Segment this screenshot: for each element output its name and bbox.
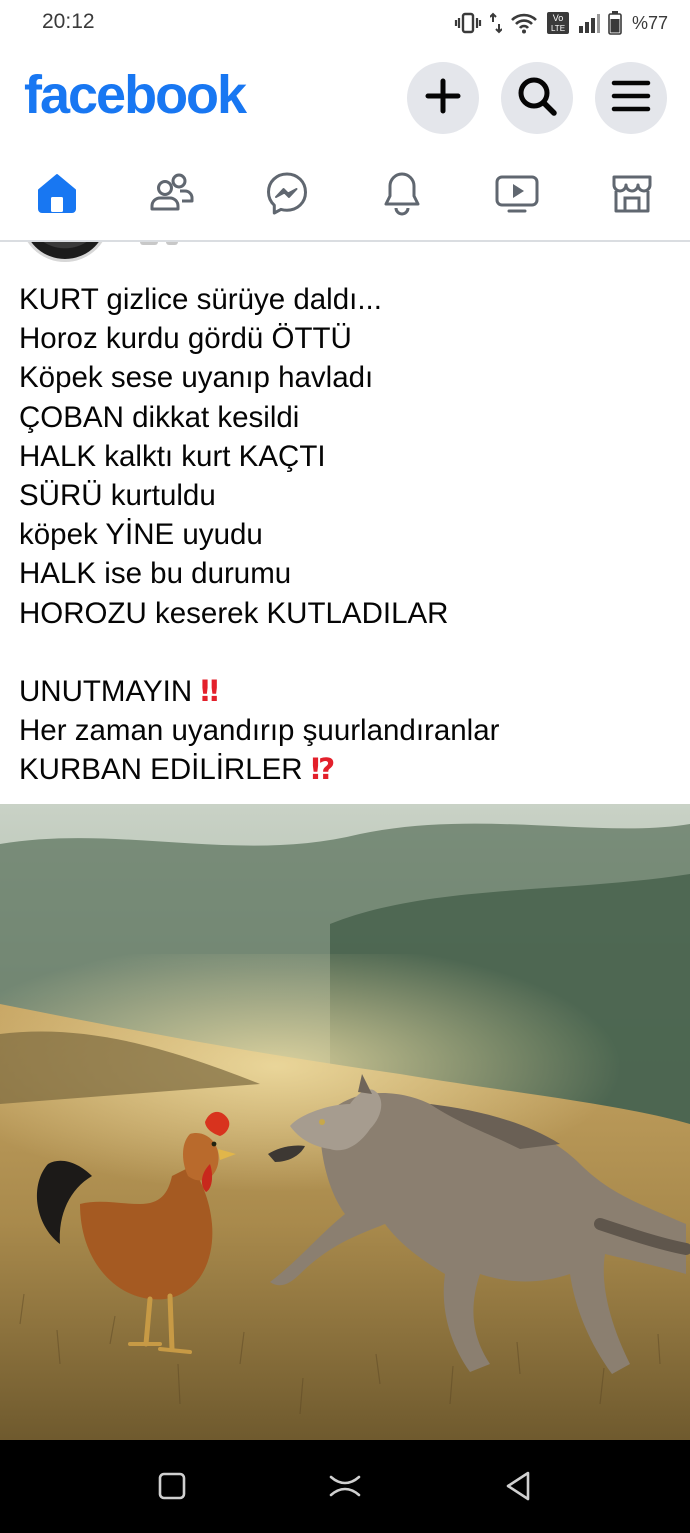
battery-icon	[608, 11, 622, 35]
home-icon	[35, 171, 79, 220]
search-icon	[516, 75, 558, 122]
signal-icon	[578, 12, 600, 34]
post-line: Horoz kurdu gördü ÖTTÜ	[19, 322, 352, 356]
exclamation-question-emoji: ⁉	[310, 752, 336, 787]
wolf-rooster-illustration	[0, 804, 690, 1440]
status-bar: 20:12 Vo LTE %77	[0, 0, 690, 46]
back-icon	[503, 1470, 533, 1507]
feed-post: KURT gizlice sürüye daldı... Horoz kurdu…	[0, 242, 690, 1440]
post-line: ÇOBAN dikkat kesildi	[19, 400, 300, 434]
post-line: HALK kalktı kurt KAÇTI	[19, 439, 326, 473]
vibrate-icon	[454, 12, 482, 34]
post-line: KURT gizlice sürüye daldı...	[19, 283, 382, 316]
search-button[interactable]	[501, 62, 573, 134]
home-button[interactable]	[325, 1468, 365, 1508]
post-line: HALK ise bu durumu	[19, 557, 292, 591]
messenger-icon	[265, 171, 309, 220]
menu-icon	[611, 79, 651, 118]
recents-button[interactable]	[152, 1468, 192, 1508]
home-gesture-icon	[328, 1471, 362, 1506]
double-exclamation-emoji: ‼	[200, 673, 218, 708]
post-closing-line-2: Her zaman uyandırıp şuurlandıranlar	[19, 714, 500, 748]
store-icon	[610, 171, 654, 220]
tab-home[interactable]	[17, 150, 97, 240]
post-closing-text-3: KURBAN EDİLİRLER	[19, 753, 303, 787]
battery-percent: %77	[631, 12, 668, 33]
status-icons: Vo LTE %77	[454, 10, 668, 36]
facebook-logo[interactable]: facebook	[24, 64, 247, 126]
post-line: Köpek sese uyanıp havladı	[19, 361, 374, 395]
recents-icon	[157, 1471, 187, 1506]
post-line: köpek YİNE uyudu	[19, 518, 263, 552]
create-button[interactable]	[407, 62, 479, 134]
menu-button[interactable]	[595, 62, 667, 134]
friends-icon	[149, 171, 195, 220]
post-closing-line-1: UNUTMAYIN ‼	[19, 672, 679, 711]
tab-messenger[interactable]	[247, 150, 327, 240]
post-line: HOROZU keserek KUTLADILAR	[19, 596, 449, 630]
volte-badge-icon: Vo LTE	[546, 11, 570, 35]
volte-badge-bottom: LTE	[551, 24, 565, 33]
video-icon	[494, 171, 540, 220]
system-navigation-bar	[0, 1440, 690, 1533]
data-arrows-icon	[489, 12, 502, 34]
post-closing-text-1: UNUTMAYIN	[19, 674, 193, 708]
post-photo-wolf-and-rooster[interactable]	[0, 804, 690, 1440]
back-button[interactable]	[498, 1468, 538, 1508]
post-closing-line-3: KURBAN EDİLİRLER ⁉	[19, 750, 679, 789]
plus-icon	[425, 78, 461, 119]
status-time: 20:12	[42, 10, 95, 33]
tab-notifications[interactable]	[362, 150, 442, 240]
app-header: facebook	[0, 46, 690, 150]
post-line: SÜRÜ kurtuldu	[19, 478, 216, 512]
nav-tabs	[0, 150, 690, 242]
author-avatar[interactable]	[20, 242, 110, 262]
post-text: KURT gizlice sürüye daldı... Horoz kurdu…	[19, 280, 679, 789]
wifi-icon	[510, 12, 538, 34]
author-name-fragment	[140, 242, 220, 245]
tab-watch[interactable]	[477, 150, 557, 240]
tab-marketplace[interactable]	[592, 150, 672, 240]
volte-badge-top: Vo	[553, 13, 564, 23]
tab-friends[interactable]	[132, 150, 212, 240]
post-line-gap	[19, 633, 679, 672]
bell-icon	[382, 170, 422, 221]
